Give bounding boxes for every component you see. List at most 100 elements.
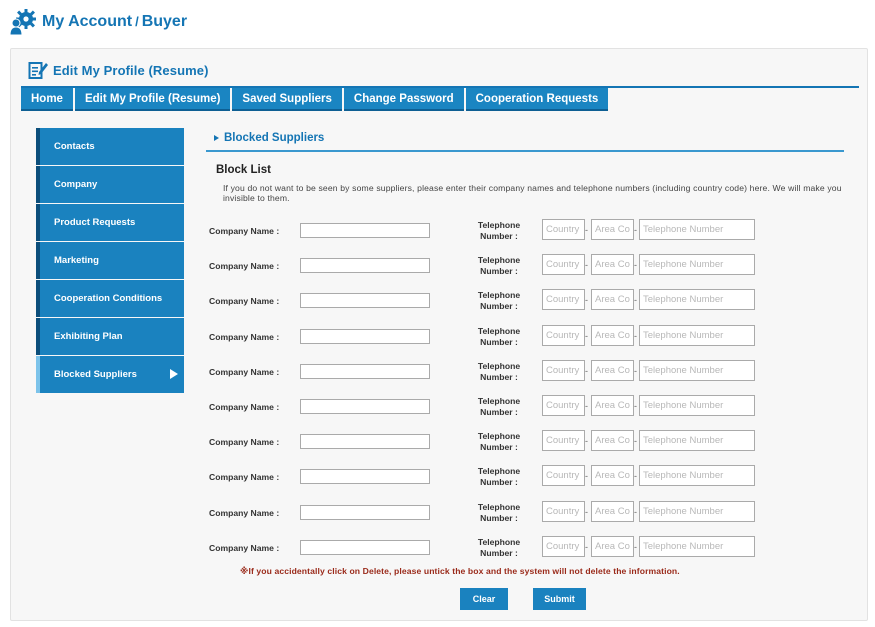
area-code-input[interactable] <box>591 359 634 381</box>
country-code-input[interactable] <box>542 430 585 452</box>
company-name-input[interactable] <box>300 328 430 344</box>
telephone-number-input[interactable] <box>639 535 755 557</box>
clear-button[interactable]: Clear <box>460 588 508 610</box>
telephone-label-line2: Number : <box>480 442 518 453</box>
sidebar-item-exhibiting-plan[interactable]: Exhibiting Plan <box>36 318 184 355</box>
company-name-input[interactable] <box>300 258 430 274</box>
telephone-label-line2: Number : <box>480 477 518 488</box>
company-name-input[interactable] <box>300 539 430 555</box>
area-code-input[interactable] <box>591 500 634 522</box>
sidebar-item-label: Company <box>54 179 98 190</box>
separator: - <box>585 471 588 482</box>
area-code-input[interactable] <box>591 289 634 311</box>
area-code-input[interactable] <box>591 465 634 487</box>
company-name-input[interactable] <box>300 363 430 379</box>
country-code-input[interactable] <box>542 465 585 487</box>
company-name-input[interactable] <box>300 399 430 414</box>
telephone-label: Telephone Number : <box>471 220 527 242</box>
edit-document-icon <box>28 62 48 79</box>
telephone-number-input[interactable] <box>639 500 755 522</box>
section-divider <box>206 150 844 152</box>
country-code-input[interactable] <box>542 395 585 416</box>
sidebar-item-blocked-suppliers[interactable]: Blocked Suppliers <box>36 356 184 393</box>
company-name-input[interactable] <box>300 434 430 450</box>
sidebar-item-company[interactable]: Company <box>36 166 184 203</box>
separator: - <box>634 541 637 552</box>
triangle-bullet-icon <box>214 135 219 141</box>
sidebar-item-marketing[interactable]: Marketing <box>36 242 184 279</box>
block-list-row: Company Name : TelephoneNumber : - - <box>201 535 851 562</box>
sidebar-item-product-requests[interactable]: Product Requests <box>36 204 184 241</box>
block-list-row: Company Name : TelephoneNumber : - - <box>201 359 851 386</box>
telephone-label: Telephone Number : <box>471 255 527 277</box>
area-code-input[interactable] <box>591 430 634 452</box>
country-code-input[interactable] <box>542 359 585 381</box>
telephone-label-line1: Telephone <box>477 325 521 336</box>
telephone-number-input[interactable] <box>639 395 755 416</box>
area-code-input[interactable] <box>591 219 634 240</box>
area-code-input[interactable] <box>591 395 634 416</box>
telephone-label-line1: Telephone <box>477 255 521 266</box>
telephone-number-input[interactable] <box>639 430 755 452</box>
tab-edit-profile[interactable]: Edit My Profile (Resume) <box>74 88 231 111</box>
delete-note: ※If you accidentally click on Delete, pl… <box>240 566 680 576</box>
company-name-input[interactable] <box>300 293 430 309</box>
panel-title-text: Edit My Profile (Resume) <box>53 62 209 78</box>
telephone-number-input[interactable] <box>639 359 755 381</box>
separator: - <box>634 330 637 341</box>
company-name-input[interactable] <box>300 223 430 238</box>
separator: - <box>585 506 588 517</box>
telephone-label-line2: Number : <box>480 336 518 347</box>
telephone-label-line1: Telephone <box>477 466 521 477</box>
separator: - <box>585 295 588 306</box>
telephone-number-input[interactable] <box>639 465 755 487</box>
separator: - <box>585 330 588 341</box>
separator: - <box>585 365 588 376</box>
telephone-label: Telephone Number : <box>471 326 527 348</box>
area-code-input[interactable] <box>591 254 634 276</box>
telephone-number-input[interactable] <box>639 289 755 311</box>
country-code-input[interactable] <box>542 500 585 522</box>
block-list-row: Company Name : TelephoneNumber : - - <box>201 254 851 280</box>
separator: - <box>634 260 637 271</box>
sidebar-item-label: Blocked Suppliers <box>54 369 137 380</box>
telephone-label-line2: Number : <box>480 512 518 523</box>
sidebar-item-contacts[interactable]: Contacts <box>36 128 184 165</box>
telephone-label-line1: Telephone <box>477 396 521 406</box>
tab-change-password[interactable]: Change Password <box>343 88 464 111</box>
telephone-number-input[interactable] <box>639 254 755 276</box>
page-title: My Account / Buyer <box>42 13 187 31</box>
area-code-input[interactable] <box>591 535 634 557</box>
sidebar-item-label: Marketing <box>54 255 99 266</box>
company-name-input[interactable] <box>300 504 430 520</box>
title-sub: Buyer <box>141 13 188 30</box>
sidebar: Contacts Company Product Requests Market… <box>36 128 184 394</box>
tab-saved-suppliers[interactable]: Saved Suppliers <box>232 88 342 111</box>
telephone-number-input[interactable] <box>639 219 755 240</box>
country-code-input[interactable] <box>542 219 585 240</box>
separator: - <box>634 401 637 411</box>
country-code-input[interactable] <box>542 289 585 311</box>
company-name-label: Company Name : <box>209 472 280 483</box>
submit-button[interactable]: Submit <box>533 588 586 610</box>
country-code-input[interactable] <box>542 254 585 276</box>
telephone-label-line2: Number : <box>480 547 518 558</box>
sidebar-item-label: Cooperation Conditions <box>54 293 163 304</box>
telephone-label-line2: Number : <box>480 301 518 312</box>
telephone-label: Telephone Number : <box>471 537 527 559</box>
telephone-label-line2: Number : <box>480 231 518 241</box>
separator: - <box>634 471 637 482</box>
tab-bar: Home Edit My Profile (Resume) Saved Supp… <box>21 88 610 111</box>
company-name-input[interactable] <box>300 469 430 485</box>
tab-cooperation-requests[interactable]: Cooperation Requests <box>465 88 609 111</box>
block-list-row: Company Name : TelephoneNumber : - - <box>201 465 851 491</box>
area-code-input[interactable] <box>591 324 634 346</box>
tab-home[interactable]: Home <box>21 88 73 111</box>
country-code-input[interactable] <box>542 535 585 557</box>
telephone-number-input[interactable] <box>639 324 755 346</box>
country-code-input[interactable] <box>542 324 585 346</box>
sidebar-item-cooperation-conditions[interactable]: Cooperation Conditions <box>36 280 184 317</box>
company-name-label: Company Name : <box>209 296 280 307</box>
separator: - <box>585 260 588 271</box>
telephone-label-line2: Number : <box>480 371 518 382</box>
